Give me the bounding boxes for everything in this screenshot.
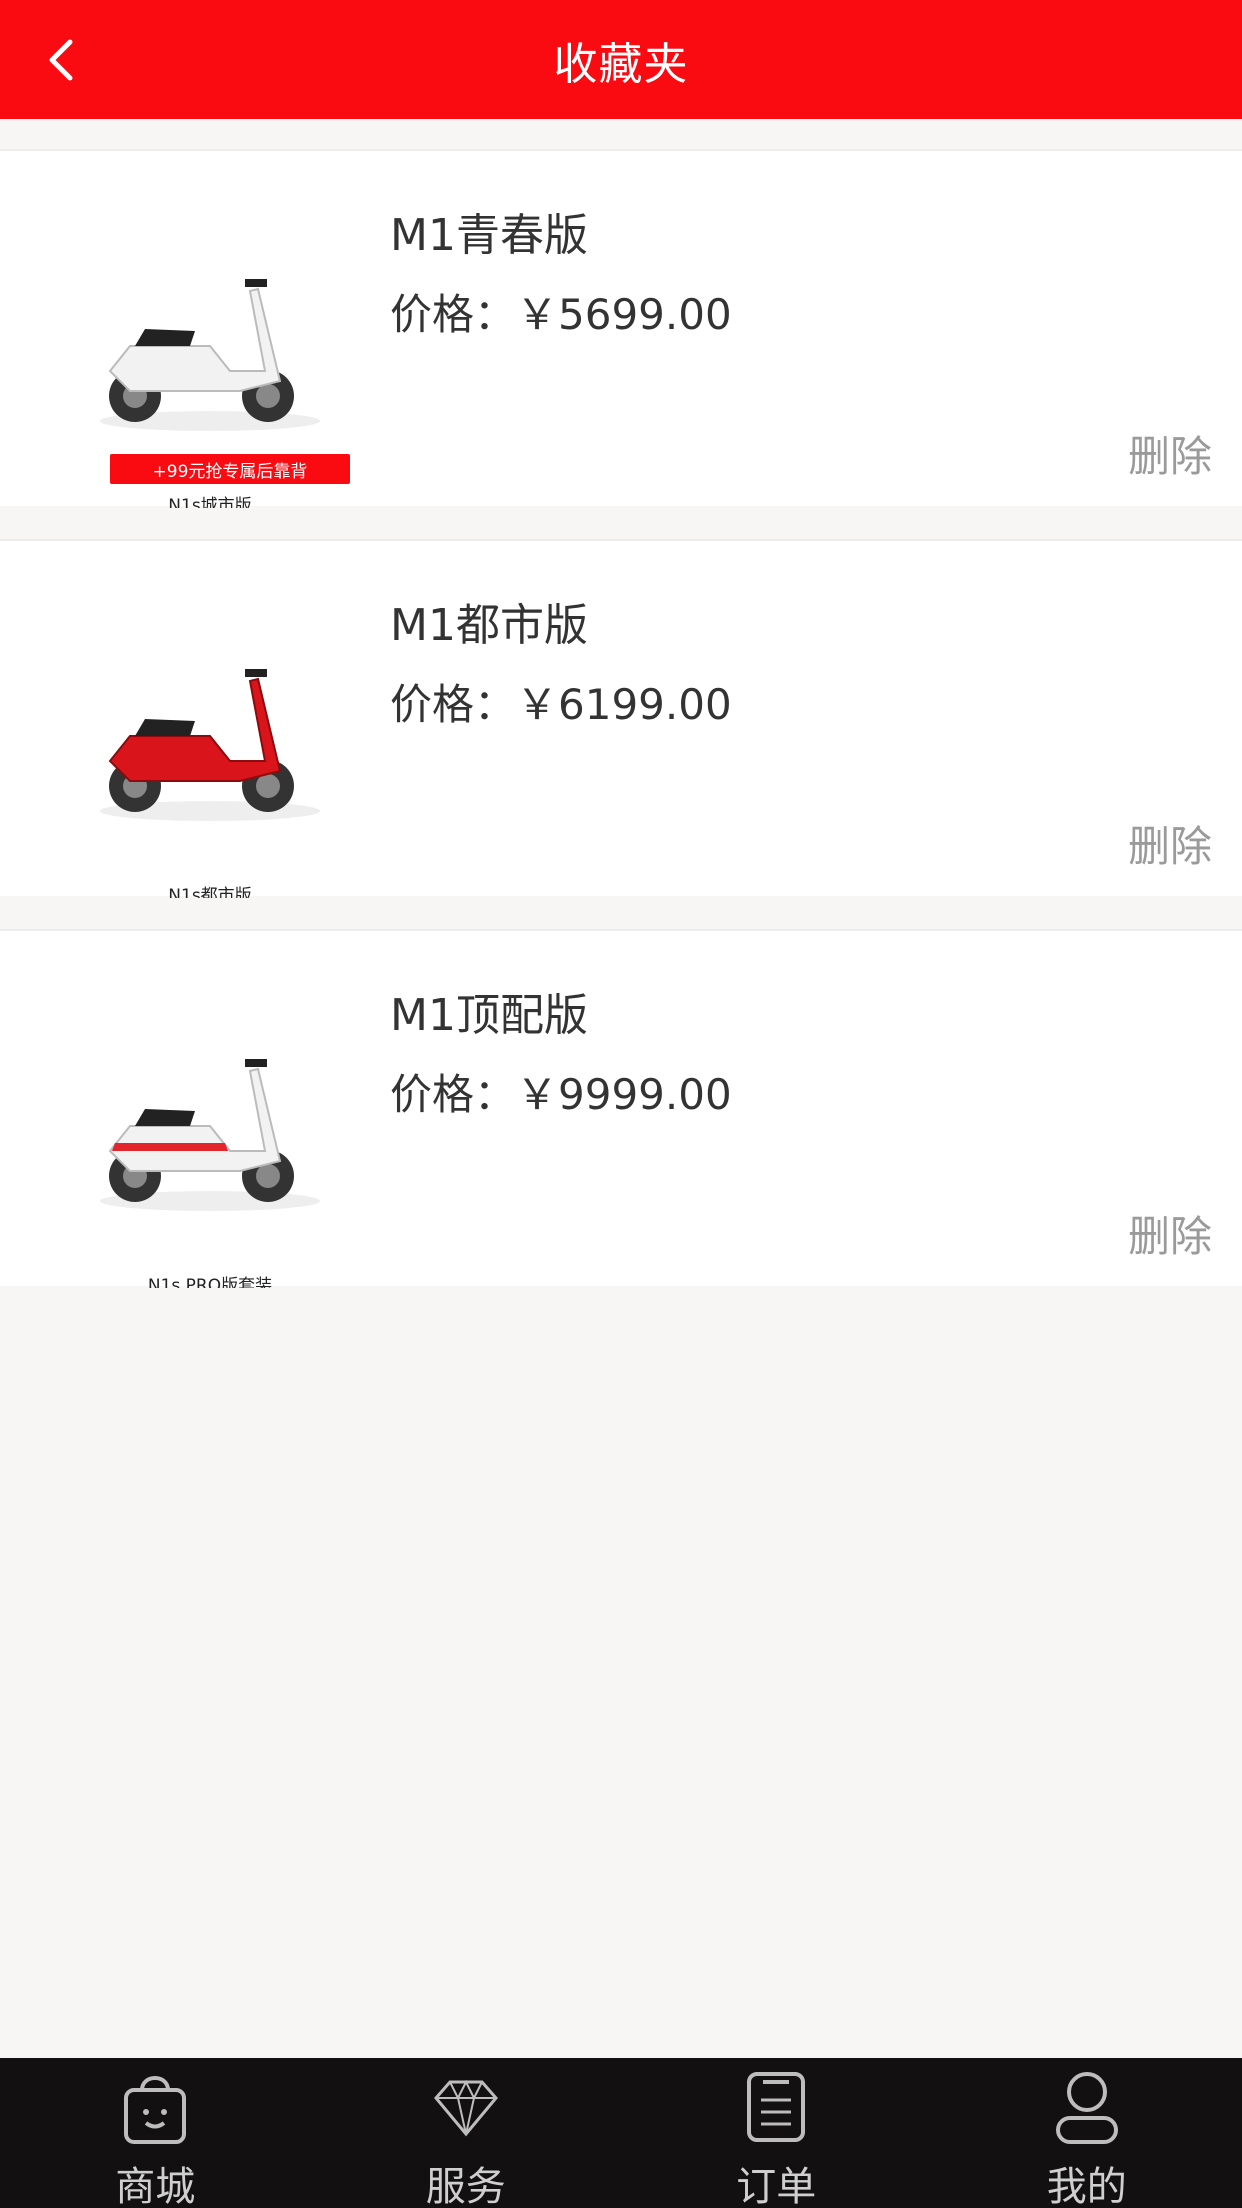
order-list-icon — [747, 2072, 806, 2142]
product-image[interactable]: N1s PRO版套装 — [70, 931, 350, 1288]
favorite-item[interactable]: N1s PRO版套装 M1顶配版 价格：￥9999.00 删除 — [0, 929, 1242, 1288]
tab-label: 订单 — [736, 2164, 817, 2208]
scooter-image — [100, 669, 320, 821]
delete-button[interactable]: 删除 — [1128, 423, 1212, 484]
user-icon — [1055, 2072, 1118, 2144]
delete-button[interactable]: 删除 — [1128, 813, 1212, 874]
favorite-item[interactable]: +99元抢专属后靠背 N1s城市版 M1青春版 价格：￥5699.00 删除 — [0, 149, 1242, 508]
product-name[interactable]: M1顶配版 — [390, 979, 588, 1043]
product-price: 价格：￥5699.00 — [390, 290, 732, 339]
image-caption: N1s都市版 — [168, 886, 252, 898]
product-image[interactable]: N1s都市版 — [70, 541, 350, 898]
tab-mall[interactable]: 商城 — [0, 2058, 311, 2208]
top-bar: 收藏夹 — [0, 0, 1242, 119]
image-caption: N1s城市版 — [168, 496, 252, 508]
scooter-image — [100, 1059, 320, 1211]
product-price: 价格：￥6199.00 — [390, 680, 732, 729]
tab-label: 商城 — [115, 2164, 196, 2208]
delete-button[interactable]: 删除 — [1128, 1203, 1212, 1264]
product-image[interactable]: +99元抢专属后靠背 N1s城市版 — [70, 151, 350, 508]
promo-badge: +99元抢专属后靠背 — [110, 454, 350, 484]
page-title: 收藏夹 — [553, 38, 689, 90]
shopping-bag-icon — [124, 2076, 187, 2144]
scooter-image — [100, 279, 320, 431]
tab-service[interactable]: 服务 — [311, 2058, 622, 2208]
favorite-item[interactable]: N1s都市版 M1都市版 价格：￥6199.00 删除 — [0, 539, 1242, 898]
image-caption: N1s PRO版套装 — [147, 1276, 273, 1288]
tab-me[interactable]: 我的 — [932, 2058, 1242, 2208]
tab-label: 我的 — [1046, 2164, 1127, 2208]
product-price: 价格：￥9999.00 — [390, 1070, 732, 1119]
product-name[interactable]: M1青春版 — [390, 199, 588, 263]
bottom-tab-bar: 商城 服务 订单 我的 — [0, 2058, 1242, 2208]
product-name[interactable]: M1都市版 — [390, 589, 588, 653]
tab-label: 服务 — [425, 2164, 506, 2208]
tab-orders[interactable]: 订单 — [621, 2058, 932, 2208]
back-arrow-icon — [49, 39, 73, 81]
back-button[interactable] — [26, 24, 98, 96]
diamond-icon — [433, 2079, 498, 2137]
